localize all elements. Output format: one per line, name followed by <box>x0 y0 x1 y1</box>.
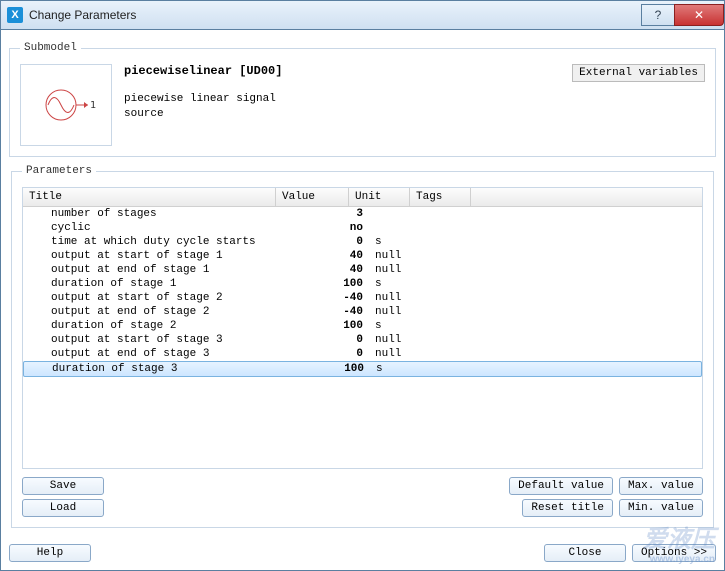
cell-unit: null <box>369 292 429 304</box>
cell-title: duration of stage 1 <box>23 278 297 290</box>
submodel-group: Submodel 1 piecewiselinear [UD00] piecew… <box>9 42 716 157</box>
options-button[interactable]: Options >> <box>632 544 716 562</box>
close-button-titlebar[interactable]: ✕ <box>674 4 724 26</box>
table-body: number of stages3cyclicnotime at which d… <box>23 207 702 377</box>
cell-unit: null <box>369 334 429 346</box>
window-title: Change Parameters <box>29 8 136 22</box>
cell-title: number of stages <box>23 208 297 220</box>
cell-unit <box>369 208 429 220</box>
max-value-button[interactable]: Max. value <box>619 477 703 495</box>
cell-title: output at start of stage 1 <box>23 250 297 262</box>
svg-text:1: 1 <box>90 100 96 111</box>
col-value[interactable]: Value <box>276 188 349 206</box>
table-header: Title Value Unit Tags <box>23 188 702 207</box>
cell-tags <box>429 250 489 262</box>
cell-unit: null <box>369 264 429 276</box>
col-rest <box>471 188 702 206</box>
close-button[interactable]: Close <box>544 544 626 562</box>
cell-value[interactable]: -40 <box>297 292 369 304</box>
cell-unit: s <box>369 278 429 290</box>
cell-unit: s <box>369 320 429 332</box>
cell-tags <box>430 363 490 375</box>
cell-tags <box>429 208 489 220</box>
cell-title: output at end of stage 3 <box>23 348 297 360</box>
default-value-button[interactable]: Default value <box>509 477 613 495</box>
external-variables-button[interactable]: External variables <box>572 64 705 82</box>
cell-title: output at end of stage 2 <box>23 306 297 318</box>
cell-tags <box>429 334 489 346</box>
cell-value[interactable]: 0 <box>297 334 369 346</box>
cell-unit: null <box>369 348 429 360</box>
table-row[interactable]: number of stages3 <box>23 207 702 221</box>
cell-tags <box>429 278 489 290</box>
dialog-window: X Change Parameters ? ✕ Submodel 1 <box>0 0 725 571</box>
table-row[interactable]: output at end of stage 30null <box>23 347 702 361</box>
submodel-legend: Submodel <box>20 42 81 54</box>
cell-unit: s <box>369 236 429 248</box>
col-title[interactable]: Title <box>23 188 276 206</box>
min-value-button[interactable]: Min. value <box>619 499 703 517</box>
cell-value[interactable]: -40 <box>297 306 369 318</box>
signal-icon: 1 <box>36 80 96 130</box>
cell-title: output at start of stage 3 <box>23 334 297 346</box>
cell-value[interactable]: 100 <box>297 320 369 332</box>
cell-unit: null <box>369 250 429 262</box>
cell-unit <box>369 222 429 234</box>
cell-unit: null <box>369 306 429 318</box>
cell-value[interactable]: 40 <box>297 250 369 262</box>
table-row[interactable]: time at which duty cycle starts0s <box>23 235 702 249</box>
table-row[interactable]: output at start of stage 140null <box>23 249 702 263</box>
app-icon: X <box>7 7 23 23</box>
cell-title: output at start of stage 2 <box>23 292 297 304</box>
reset-title-button[interactable]: Reset title <box>522 499 613 517</box>
parameters-table: Title Value Unit Tags number of stages3c… <box>22 187 703 469</box>
table-row[interactable]: output at start of stage 2-40null <box>23 291 702 305</box>
cell-title: output at end of stage 1 <box>23 264 297 276</box>
cell-tags <box>429 292 489 304</box>
table-row[interactable]: duration of stage 3100s <box>23 361 702 377</box>
cell-value[interactable]: 40 <box>297 264 369 276</box>
cell-title: duration of stage 2 <box>23 320 297 332</box>
cell-tags <box>429 264 489 276</box>
cell-value[interactable]: 100 <box>298 363 370 375</box>
submodel-desc-line: piecewise linear signal <box>124 92 560 107</box>
cell-tags <box>429 348 489 360</box>
help-button[interactable]: Help <box>9 544 91 562</box>
cell-title: time at which duty cycle starts <box>23 236 297 248</box>
table-row[interactable]: cyclicno <box>23 221 702 235</box>
cell-value[interactable]: 100 <box>297 278 369 290</box>
save-button[interactable]: Save <box>22 477 104 495</box>
cell-tags <box>429 236 489 248</box>
cell-unit: s <box>370 363 430 375</box>
table-row[interactable]: output at end of stage 140null <box>23 263 702 277</box>
submodel-name: piecewiselinear [UD00] <box>124 64 560 78</box>
help-button-titlebar[interactable]: ? <box>641 4 675 26</box>
table-row[interactable]: output at end of stage 2-40null <box>23 305 702 319</box>
cell-value[interactable]: 3 <box>297 208 369 220</box>
cell-value[interactable]: 0 <box>297 348 369 360</box>
cell-tags <box>429 320 489 332</box>
cell-value[interactable]: 0 <box>297 236 369 248</box>
cell-tags <box>429 306 489 318</box>
table-row[interactable]: duration of stage 1100s <box>23 277 702 291</box>
table-row[interactable]: duration of stage 2100s <box>23 319 702 333</box>
cell-title: cyclic <box>23 222 297 234</box>
cell-value[interactable]: no <box>297 222 369 234</box>
cell-title: duration of stage 3 <box>24 363 298 375</box>
table-row[interactable]: output at start of stage 30null <box>23 333 702 347</box>
col-tags[interactable]: Tags <box>410 188 471 206</box>
parameters-legend: Parameters <box>22 165 96 177</box>
submodel-desc-line: source <box>124 107 560 122</box>
load-button[interactable]: Load <box>22 499 104 517</box>
cell-tags <box>429 222 489 234</box>
col-unit[interactable]: Unit <box>349 188 410 206</box>
submodel-icon: 1 <box>20 64 112 146</box>
parameters-group: Parameters Title Value Unit Tags number … <box>11 165 714 528</box>
titlebar: X Change Parameters ? ✕ <box>1 1 724 30</box>
